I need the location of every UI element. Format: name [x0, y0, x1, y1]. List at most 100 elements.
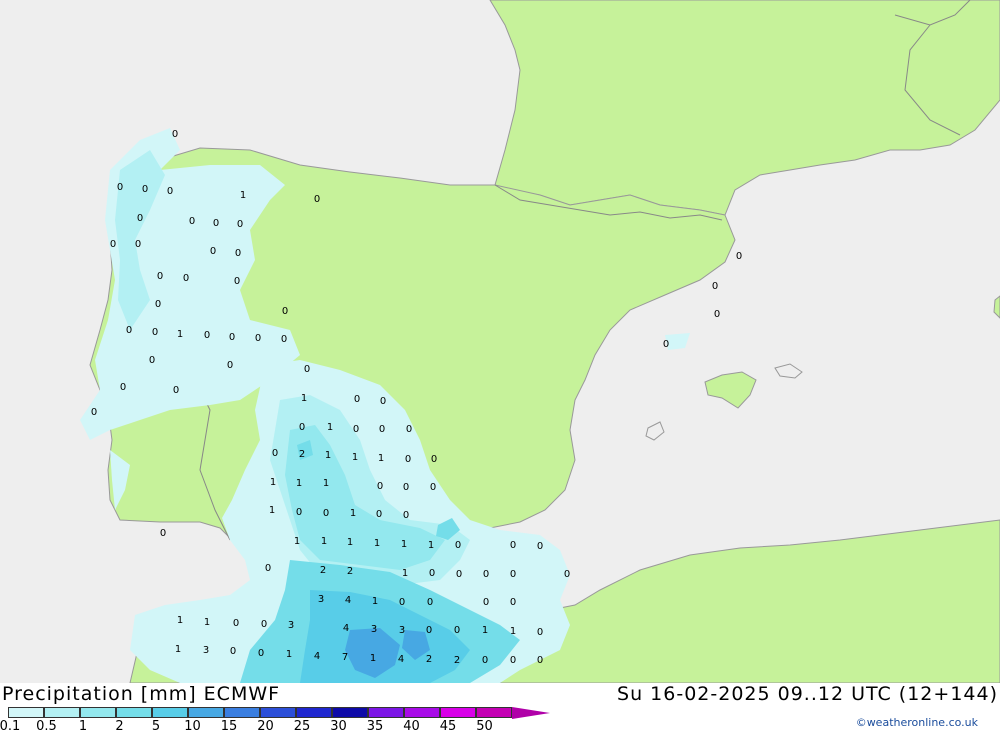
legend-label: 45: [439, 719, 457, 734]
precip-value-label: 0: [230, 646, 236, 657]
precip-value-label: 0: [157, 271, 163, 282]
precip-value-label: 1: [323, 478, 329, 489]
precip-value-label: 0: [377, 481, 383, 492]
legend-swatch: [332, 707, 368, 718]
precip-value-label: 0: [204, 330, 210, 341]
precip-value-label: 0: [510, 540, 516, 551]
precip-value-label: 3: [371, 624, 377, 635]
precip-value-label: 0: [380, 396, 386, 407]
legend-swatch: [8, 707, 44, 718]
precip-value-label: 1: [327, 422, 333, 433]
precip-value-label: 0: [237, 219, 243, 230]
precip-value-label: 0: [564, 569, 570, 580]
forecast-datetime: Su 16-02-2025 09..12 UTC (12+144): [617, 683, 998, 705]
precip-value-label: 0: [403, 482, 409, 493]
legend-label: 50: [476, 719, 493, 734]
legend-swatch: [368, 707, 404, 718]
precip-value-label: 0: [323, 508, 329, 519]
precipitation-map: 0 0 0 0 1 0 0 0 0 0 0 0 0 0 0 0 0 0 0 0 0 1 0 0 0 0 0 0 0 0 0 0 0 1 0 0 0 1 0 0…: [0, 0, 1000, 683]
precip-value-label: 3: [203, 645, 209, 656]
precip-value-label: 1: [269, 505, 275, 516]
legend-swatch: [80, 707, 116, 718]
legend-swatch: [152, 707, 188, 718]
precip-value-label: 0: [483, 569, 489, 580]
legend-label: 35: [366, 719, 384, 734]
source-credit[interactable]: ©weatheronline.co.uk: [856, 716, 978, 729]
precip-value-label: 0: [454, 625, 460, 636]
precip-value-label: 1: [175, 644, 181, 655]
precip-value-label: 1: [325, 450, 331, 461]
precip-value-label: 4: [343, 623, 349, 634]
legend-swatch: [260, 707, 296, 718]
precip-value-label: 0: [455, 540, 461, 551]
precip-value-label: 1: [301, 393, 307, 404]
precip-value-label: 1: [510, 626, 516, 637]
legend-label: 40: [403, 719, 420, 734]
color-scale: [8, 707, 550, 719]
precip-value-label: 1: [402, 568, 408, 579]
precip-value-label: 0: [258, 648, 264, 659]
legend-label: 0.1: [0, 719, 21, 734]
precip-value-label: 0: [431, 454, 437, 465]
precip-value-label: 1: [378, 453, 384, 464]
precip-value-label: 0: [255, 333, 261, 344]
precip-value-label: 0: [537, 655, 543, 666]
precip-value-label: 7: [342, 652, 348, 663]
precip-value-label: 0: [234, 276, 240, 287]
precip-value-label: 0: [430, 482, 436, 493]
precip-value-label: 1: [321, 536, 327, 547]
legend-swatch: [404, 707, 440, 718]
precip-value-label: 2: [299, 449, 305, 460]
precip-value-label: 2: [347, 566, 353, 577]
legend-label: 2: [115, 719, 124, 734]
legend-swatch: [476, 707, 512, 718]
precip-value-label: 0: [135, 239, 141, 250]
precip-value-label: 0: [149, 355, 155, 366]
precip-value-label: 2: [454, 655, 460, 666]
precip-value-label: 0: [403, 510, 409, 521]
legend-swatch: [116, 707, 152, 718]
precip-value-label: 1: [240, 190, 246, 201]
precip-value-label: 1: [204, 617, 210, 628]
legend-label: 20: [257, 719, 274, 734]
precip-value-label: 3: [318, 594, 324, 605]
precip-value-label: 1: [350, 508, 356, 519]
precip-value-label: 0: [117, 182, 123, 193]
precip-value-label: 2: [426, 654, 432, 665]
precip-value-label: 0: [160, 528, 166, 539]
precip-value-label: 0: [537, 541, 543, 552]
precip-value-label: 1: [177, 329, 183, 340]
precip-value-label: 0: [304, 364, 310, 375]
legend-swatch: [44, 707, 80, 718]
legend-swatch: [188, 707, 224, 718]
precip-value-label: 0: [405, 454, 411, 465]
precip-value-label: 0: [663, 339, 669, 350]
precip-value-label: 3: [288, 620, 294, 631]
precip-value-label: 1: [296, 478, 302, 489]
precip-value-label: 0: [281, 334, 287, 345]
precip-value-label: 1: [401, 539, 407, 550]
precip-value-label: 0: [426, 625, 432, 636]
precip-value-label: 0: [120, 382, 126, 393]
precip-value-label: 0: [210, 246, 216, 257]
legend-label: 15: [220, 719, 238, 734]
precip-value-label: 0: [379, 424, 385, 435]
precip-value-label: 0: [189, 216, 195, 227]
precip-value-label: 0: [399, 597, 405, 608]
precip-value-label: 0: [482, 655, 488, 666]
precip-value-label: 0: [229, 332, 235, 343]
precip-value-label: 1: [294, 536, 300, 547]
precip-value-label: 0: [376, 509, 382, 520]
legend-label: 5: [151, 719, 161, 734]
precip-value-label: 0: [429, 568, 435, 579]
precip-value-label: 0: [299, 422, 305, 433]
precip-value-label: 1: [270, 477, 276, 488]
precip-value-label: 1: [286, 649, 292, 660]
precip-value-label: 0: [213, 218, 219, 229]
precip-value-label: 0: [456, 569, 462, 580]
precip-value-label: 0: [126, 325, 132, 336]
precip-value-label: 0: [353, 424, 359, 435]
precip-value-label: 0: [155, 299, 161, 310]
precip-value-label: 0: [137, 213, 143, 224]
precip-value-label: 0: [233, 618, 239, 629]
